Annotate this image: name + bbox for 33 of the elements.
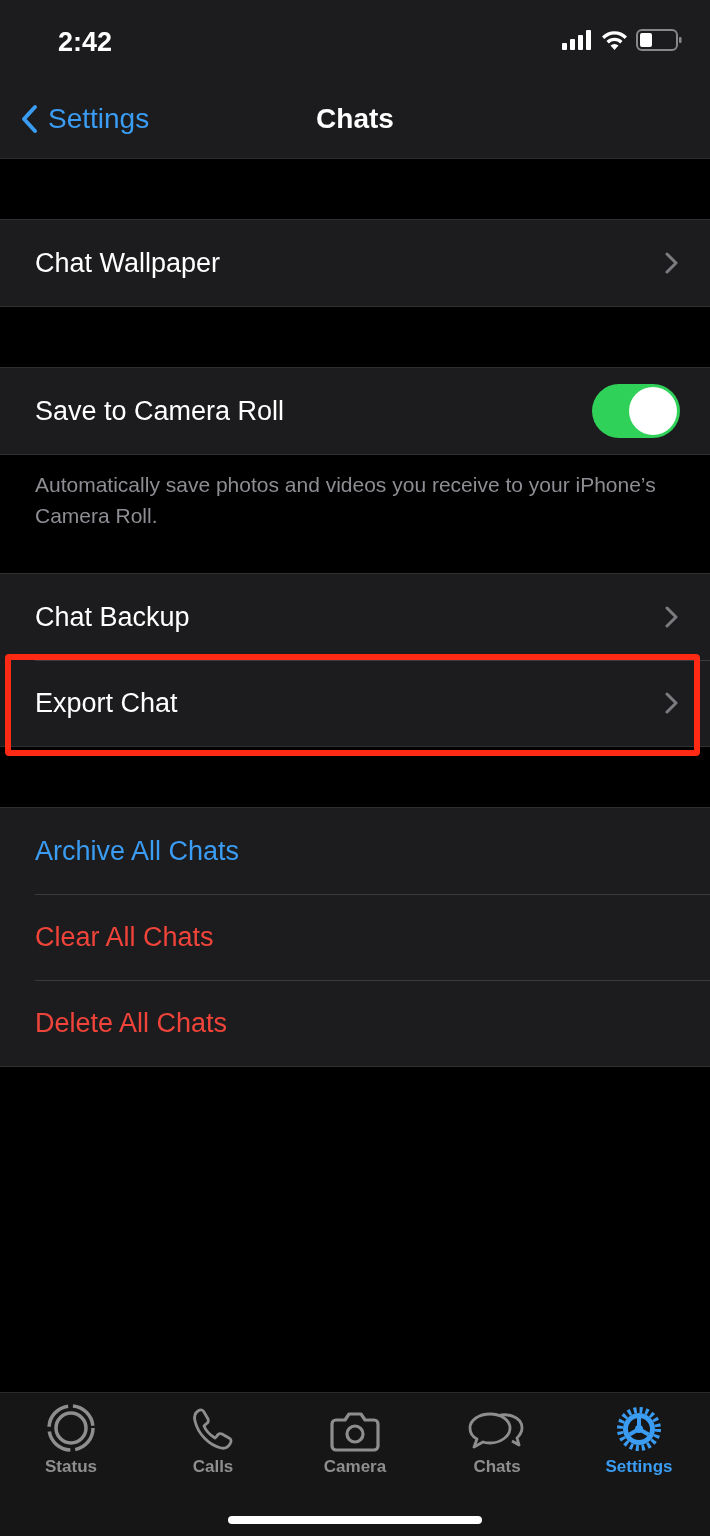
battery-icon [636, 29, 682, 51]
chevron-icon [665, 692, 678, 714]
row-label: Export Chat [35, 687, 179, 719]
tab-item[interactable]: Calls [142, 1399, 284, 1477]
action-label: Clear All Chats [35, 921, 215, 953]
tab-item[interactable]: Camera [284, 1399, 426, 1477]
tab-item[interactable]: Status [0, 1399, 142, 1477]
action-row[interactable]: Delete All Chats [0, 980, 710, 1066]
action-row[interactable]: Archive All Chats [0, 808, 710, 894]
action-label: Archive All Chats [35, 835, 241, 867]
settings-row[interactable]: Chat Backup [0, 574, 710, 660]
wifi-icon [601, 30, 628, 50]
settings-row[interactable]: Chat Wallpaper [0, 220, 710, 306]
back-chevron-icon [20, 104, 38, 134]
row-label: Chat Backup [35, 601, 191, 633]
row-label: Save to Camera Roll [35, 395, 286, 427]
back-button[interactable]: Settings [20, 103, 150, 135]
settings-row[interactable]: Export Chat [0, 660, 710, 746]
row-label: Chat Wallpaper [35, 247, 222, 279]
tab-item[interactable]: Settings [568, 1399, 710, 1477]
status-rings-icon [46, 1403, 96, 1453]
toggle-switch[interactable] [592, 384, 680, 438]
action-row[interactable]: Clear All Chats [0, 894, 710, 980]
chevron-icon [665, 606, 678, 628]
gear-icon [615, 1405, 663, 1453]
action-label: Delete All Chats [35, 1007, 229, 1039]
tab-item[interactable]: Chats [426, 1399, 568, 1477]
section-footer: Automatically save photos and videos you receive to your iPhone’s Camera Roll. [0, 455, 710, 573]
chevron-icon [665, 252, 678, 274]
camera-icon [330, 1411, 380, 1453]
signal-icon [562, 30, 593, 50]
screen-title: Chats [316, 103, 394, 134]
status-time: 2:42 [58, 25, 113, 58]
